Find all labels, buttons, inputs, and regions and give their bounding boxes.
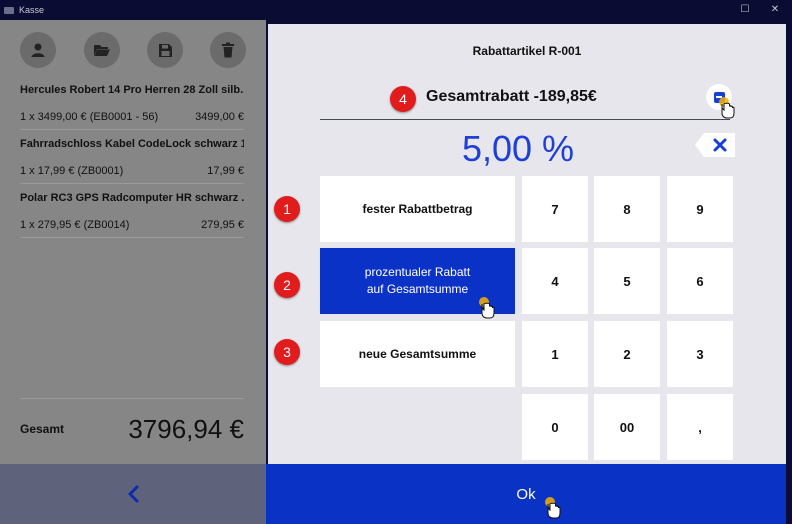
total-discount-label: Gesamtrabatt -189,85€ [426, 88, 597, 105]
key-comma[interactable]: , [667, 394, 733, 460]
close-window-button[interactable]: ✕ [768, 3, 782, 17]
item-qty-price: 1 x 17,99 € (ZB0001) [20, 165, 124, 177]
item-title: Hercules Robert 14 Pro Herren 28 Zoll si… [20, 84, 244, 96]
window-border [786, 20, 792, 524]
trash-icon [222, 42, 234, 58]
key-8[interactable]: 8 [594, 176, 660, 242]
key-1[interactable]: 1 [522, 321, 588, 387]
key-0[interactable]: 0 [522, 394, 588, 460]
key-6[interactable]: 6 [667, 248, 733, 314]
option-label: fester Rabattbetrag [362, 202, 473, 216]
total-value: 3796,94 € [128, 414, 244, 444]
item-title: Fahrradschloss Kabel CodeLock schwarz 12… [20, 138, 244, 150]
total-divider [20, 398, 244, 399]
annotation-badge-3: 3 [274, 339, 300, 365]
item-qty-price: 1 x 279,95 € (ZB0014) [20, 219, 130, 231]
annotation-badge-1: 1 [274, 196, 300, 222]
annotation-badge-4: 4 [390, 86, 416, 112]
backspace-button[interactable] [694, 132, 736, 158]
customer-button[interactable] [20, 32, 56, 68]
cart-items: Hercules Robert 14 Pro Herren 28 Zoll si… [20, 76, 244, 238]
item-detail: 1 x 17,99 € (ZB0001) 17,99 € [20, 158, 244, 184]
window-titlebar: Kasse ☐ ✕ [0, 0, 792, 20]
item-title: Polar RC3 GPS Radcomputer HR schwarz ... [20, 192, 244, 204]
option-label: prozentualer Rabatt auf Gesamtsumme [364, 265, 471, 296]
annotation-badge-2: 2 [274, 272, 300, 298]
save-button[interactable] [147, 32, 183, 68]
item-detail: 1 x 279,95 € (ZB0014) 279,95 € [20, 212, 244, 238]
dialog-title: Rabattartikel R-001 [472, 44, 582, 58]
list-item[interactable]: Polar RC3 GPS Radcomputer HR schwarz ...… [20, 184, 244, 238]
discount-dialog: Rabattartikel R-001 4 Gesamtrabatt -189,… [268, 24, 786, 464]
cart-panel: Hercules Robert 14 Pro Herren 28 Zoll si… [0, 20, 266, 524]
item-qty-price: 1 x 3499,00 € (EB0001 - 56) [20, 111, 159, 123]
window-title: Kasse [19, 5, 45, 15]
fixed-discount-button[interactable]: fester Rabattbetrag [320, 176, 515, 242]
item-detail: 1 x 3499,00 € (EB0001 - 56) 3499,00 € [20, 104, 244, 130]
item-total: 3499,00 € [195, 111, 244, 123]
display-underline [320, 119, 730, 120]
key-00[interactable]: 00 [594, 394, 660, 460]
hand-cursor-icon [719, 97, 735, 119]
percent-display: 5,00 % [461, 128, 575, 169]
folder-open-icon [94, 45, 110, 56]
chevron-left-icon [128, 485, 139, 503]
back-button[interactable] [0, 464, 266, 524]
save-icon [158, 43, 172, 57]
key-9[interactable]: 9 [667, 176, 733, 242]
key-3[interactable]: 3 [667, 321, 733, 387]
new-total-button[interactable]: neue Gesamtsumme [320, 321, 515, 387]
option-label: neue Gesamtsumme [358, 347, 477, 361]
open-button[interactable] [84, 32, 120, 68]
ok-label: Ok [516, 485, 536, 503]
item-total: 17,99 € [207, 165, 244, 177]
ok-button[interactable]: Ok [266, 464, 786, 524]
app-icon [4, 6, 14, 14]
key-7[interactable]: 7 [522, 176, 588, 242]
list-item[interactable]: Hercules Robert 14 Pro Herren 28 Zoll si… [20, 76, 244, 130]
key-2[interactable]: 2 [594, 321, 660, 387]
key-4[interactable]: 4 [522, 248, 588, 314]
customer-icon [31, 43, 45, 57]
maximize-button[interactable]: ☐ [738, 3, 752, 17]
total-label: Gesamt [20, 422, 65, 436]
cart-toolbar [0, 32, 266, 68]
item-total: 279,95 € [201, 219, 244, 231]
list-item[interactable]: Fahrradschloss Kabel CodeLock schwarz 12… [20, 130, 244, 184]
key-5[interactable]: 5 [594, 248, 660, 314]
delete-button[interactable] [210, 32, 246, 68]
hand-cursor-icon [545, 497, 561, 519]
hand-cursor-icon [479, 297, 495, 319]
